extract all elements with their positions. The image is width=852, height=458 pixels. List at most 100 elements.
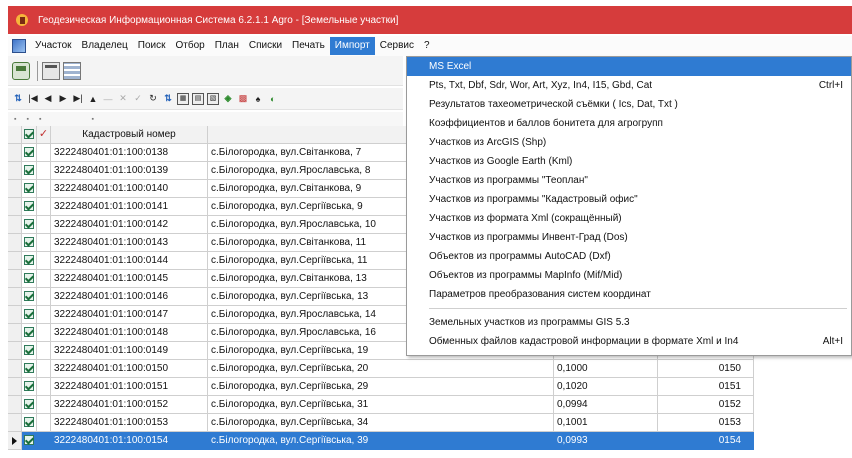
window-icon[interactable] <box>42 61 60 80</box>
row-indicator[interactable] <box>8 360 22 378</box>
row-checkbox[interactable] <box>22 144 37 162</box>
row-flag[interactable] <box>37 378 51 396</box>
row-flag[interactable] <box>37 360 51 378</box>
area-cell[interactable]: 0,1001 <box>554 414 658 432</box>
cadastral-number-cell[interactable]: 3222480401:01:100:0142 <box>51 216 208 234</box>
table-row[interactable]: 3222480401:01:100:0150 с.Білогородка, вул… <box>8 360 768 378</box>
row-checkbox[interactable] <box>22 270 37 288</box>
delete-record-icon[interactable]: — <box>102 94 114 104</box>
number-cell[interactable]: 0150 <box>658 360 754 378</box>
import-menu-item[interactable]: Участков из формата Xml (сокращённый) <box>407 209 851 228</box>
row-flag[interactable] <box>37 216 51 234</box>
cadastral-number-cell[interactable]: 3222480401:01:100:0154 <box>51 432 208 450</box>
cadastral-number-cell[interactable]: 3222480401:01:100:0150 <box>51 360 208 378</box>
row-indicator[interactable] <box>8 198 22 216</box>
row-indicator[interactable] <box>8 234 22 252</box>
menu-item[interactable]: Владелец <box>77 37 133 55</box>
cadastral-number-cell[interactable]: 3222480401:01:100:0143 <box>51 234 208 252</box>
row-checkbox[interactable] <box>22 180 37 198</box>
address-cell[interactable]: с.Білогородка, вул.Сергіївська, 39 <box>208 432 554 450</box>
cadastral-number-cell[interactable]: 3222480401:01:100:0138 <box>51 144 208 162</box>
cadastral-column-header[interactable]: Кадастровый номер <box>51 126 208 144</box>
row-indicator[interactable] <box>8 432 22 450</box>
area-cell[interactable]: 0,1000 <box>554 360 658 378</box>
row-flag[interactable] <box>37 432 51 450</box>
row-flag[interactable] <box>37 342 51 360</box>
tool-icon[interactable]: ▪ <box>91 116 93 123</box>
import-menu-item[interactable]: Земельных участков из программы GIS 5.3 <box>407 313 851 332</box>
row-checkbox[interactable] <box>22 288 37 306</box>
address-cell[interactable]: с.Білогородка, вул.Сергіївська, 29 <box>208 378 554 396</box>
row-indicator[interactable] <box>8 288 22 306</box>
row-indicator[interactable] <box>8 216 22 234</box>
menu-item[interactable]: План <box>210 37 244 55</box>
export-icon[interactable]: ▧ <box>207 92 219 105</box>
row-flag[interactable] <box>37 180 51 198</box>
grid-icon[interactable] <box>63 61 81 80</box>
row-checkbox[interactable] <box>22 162 37 180</box>
number-cell[interactable]: 0151 <box>658 378 754 396</box>
checkbox-checked-icon[interactable] <box>24 165 34 175</box>
address-cell[interactable]: с.Білогородка, вул.Сергіївська, 34 <box>208 414 554 432</box>
row-flag[interactable] <box>37 324 51 342</box>
row-indicator[interactable] <box>8 342 22 360</box>
table-row[interactable]: 3222480401:01:100:0154 с.Білогородка, вул… <box>8 432 768 450</box>
tool-icon[interactable]: ▪ <box>26 116 28 123</box>
import-menu-item[interactable]: Параметров преобразования систем координ… <box>407 285 851 304</box>
address-cell[interactable]: с.Білогородка, вул.Сергіївська, 20 <box>208 360 554 378</box>
globe-icon[interactable]: ◐ <box>267 94 279 104</box>
last-record-icon[interactable]: ▶| <box>72 93 84 104</box>
first-record-icon[interactable]: |◀ <box>27 93 39 104</box>
row-indicator[interactable] <box>8 396 22 414</box>
number-cell[interactable]: 0154 <box>658 432 754 450</box>
import-menu-item[interactable]: Обменных файлов кадастровой информации в… <box>407 332 851 351</box>
import-menu-item[interactable]: Pts, Txt, Dbf, Sdr, Wor, Art, Xyz, In4, … <box>407 76 851 95</box>
checkbox-checked-icon[interactable] <box>24 255 34 265</box>
address-cell[interactable]: с.Білогородка, вул.Сергіївська, 31 <box>208 396 554 414</box>
row-indicator[interactable] <box>8 324 22 342</box>
import-menu-item[interactable]: Участков из ArcGIS (Shp) <box>407 133 851 152</box>
cadastral-number-cell[interactable]: 3222480401:01:100:0148 <box>51 324 208 342</box>
cadastral-number-cell[interactable]: 3222480401:01:100:0145 <box>51 270 208 288</box>
sort-order-icon[interactable]: ⇅ <box>162 93 174 104</box>
row-indicator[interactable] <box>8 252 22 270</box>
area-cell[interactable]: 0,0993 <box>554 432 658 450</box>
save-table-icon[interactable]: ▤ <box>192 92 204 105</box>
cadastral-number-cell[interactable]: 3222480401:01:100:0140 <box>51 180 208 198</box>
cadastral-number-cell[interactable]: 3222480401:01:100:0149 <box>51 342 208 360</box>
area-cell[interactable]: 0,0994 <box>554 396 658 414</box>
cadastral-number-cell[interactable]: 3222480401:01:100:0139 <box>51 162 208 180</box>
cadastral-number-cell[interactable]: 3222480401:01:100:0151 <box>51 378 208 396</box>
menu-item[interactable]: Участок <box>30 37 77 55</box>
menu-item[interactable]: Импорт <box>329 37 375 55</box>
table-row[interactable]: 3222480401:01:100:0153 с.Білогородка, вул… <box>8 414 768 432</box>
menu-item[interactable]: ? <box>419 37 435 55</box>
menu-item[interactable]: Списки <box>244 37 287 55</box>
import-menu-item[interactable]: Участков из программы "Теоплан" <box>407 171 851 190</box>
check-all-icon[interactable] <box>24 129 34 139</box>
checkbox-checked-icon[interactable] <box>24 417 34 427</box>
cadastral-number-cell[interactable]: 3222480401:01:100:0146 <box>51 288 208 306</box>
tool-icon[interactable]: ▪ <box>14 116 16 123</box>
checkbox-checked-icon[interactable] <box>24 327 34 337</box>
cadastral-number-cell[interactable]: 3222480401:01:100:0144 <box>51 252 208 270</box>
import-menu-item[interactable]: Объектов из программы MapInfo (Mif/Mid) <box>407 266 851 285</box>
confirm-icon[interactable]: ✓ <box>132 93 144 104</box>
row-flag[interactable] <box>37 198 51 216</box>
area-cell[interactable]: 0,1020 <box>554 378 658 396</box>
checkbox-checked-icon[interactable] <box>24 291 34 301</box>
row-checkbox[interactable] <box>22 396 37 414</box>
row-checkbox[interactable] <box>22 414 37 432</box>
import-menu-item[interactable]: Объектов из программы AutoCAD (Dxf) <box>407 247 851 266</box>
import-menu-item[interactable]: Участков из программы "Кадастровый офис" <box>407 190 851 209</box>
row-checkbox[interactable] <box>22 216 37 234</box>
checkbox-checked-icon[interactable] <box>24 147 34 157</box>
import-menu-item[interactable]: Результатов тахеометрической съёмки ( Ic… <box>407 95 851 114</box>
row-flag[interactable] <box>37 396 51 414</box>
checkbox-checked-icon[interactable] <box>24 345 34 355</box>
row-flag[interactable] <box>37 306 51 324</box>
row-indicator[interactable] <box>8 270 22 288</box>
row-flag[interactable] <box>37 144 51 162</box>
app-menu-icon[interactable] <box>12 39 26 53</box>
cadastral-number-cell[interactable]: 3222480401:01:100:0147 <box>51 306 208 324</box>
